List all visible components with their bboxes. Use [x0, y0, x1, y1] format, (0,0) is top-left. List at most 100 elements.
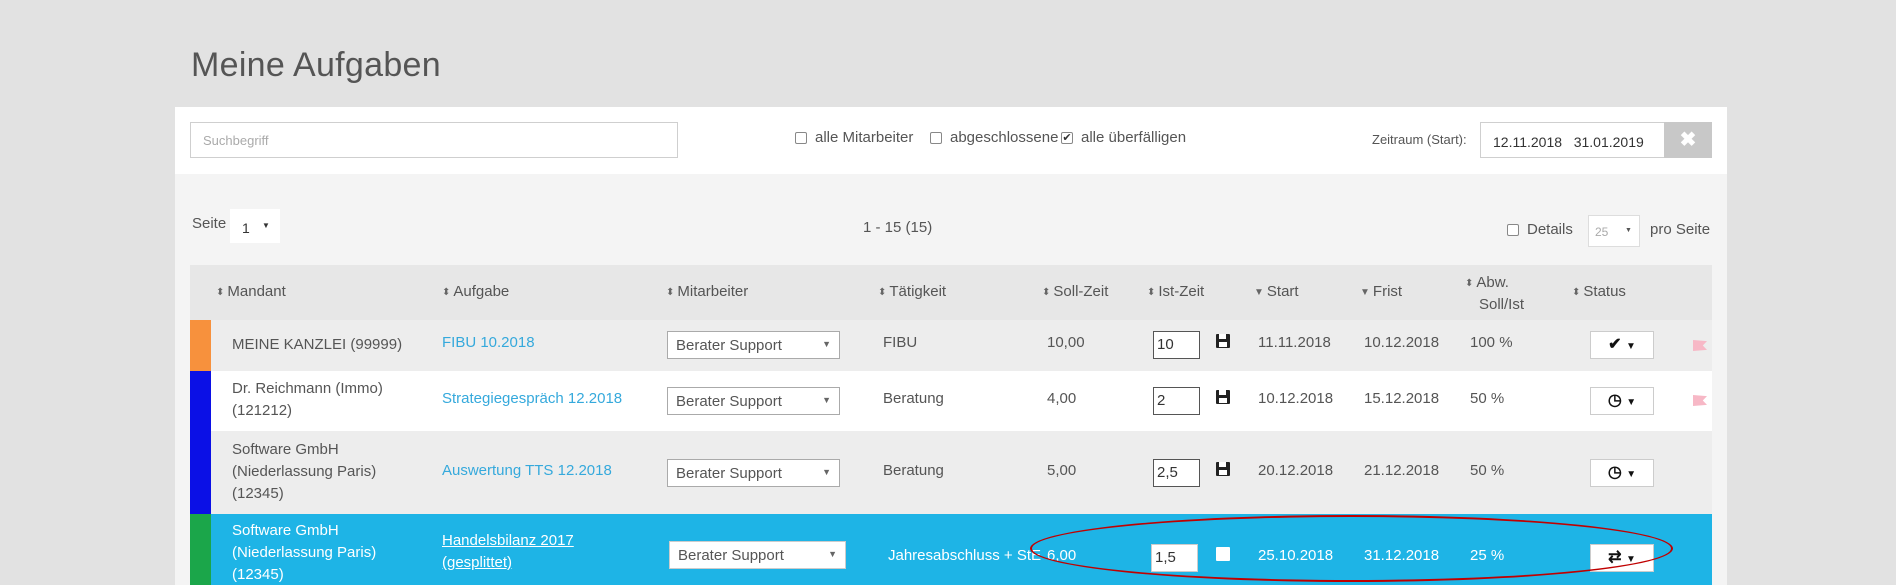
flag-icon[interactable]: [1693, 340, 1707, 351]
date-range-input[interactable]: 12.11.2018 31.01.2019: [1480, 122, 1670, 158]
mitarbeiter-select[interactable]: Berater Support ▼: [667, 387, 840, 415]
aufgabe-link[interactable]: Handelsbilanz 2017 (gesplittet): [442, 530, 574, 574]
ist-zeit-input[interactable]: 2: [1153, 387, 1200, 415]
page-select[interactable]: 1 ▼: [230, 209, 280, 243]
alle-ueberfaelligen-label: alle überfälligen: [1081, 129, 1187, 146]
sort-desc-icon: ▼: [1254, 286, 1264, 298]
page-title: Meine Aufgaben: [191, 46, 441, 84]
col-abw[interactable]: ⬍ Abw. Soll/Ist: [1465, 272, 1524, 315]
alle-mitarbeiter-label: alle Mitarbeiter: [815, 129, 914, 146]
per-page-select[interactable]: 25 ▼: [1588, 215, 1640, 247]
frist-cell: 10.12.2018: [1364, 334, 1440, 351]
aufgabe-link[interactable]: Auswertung TTS 12.2018: [442, 462, 612, 479]
chevron-down-icon: ▼: [822, 339, 831, 349]
details-checkbox[interactable]: [1507, 223, 1519, 236]
mitarbeiter-select[interactable]: Berater Support ▼: [667, 331, 840, 359]
mandant-cell: MEINE KANZLEI (99999): [232, 336, 403, 353]
abgeschlossene-checkbox[interactable]: [930, 131, 942, 144]
chevron-down-icon: ▼: [822, 395, 831, 405]
sort-icon: ⬍: [666, 286, 675, 298]
alle-ueberfaelligen-checkbox[interactable]: ✔: [1061, 131, 1073, 144]
col-frist[interactable]: ▼ Frist: [1360, 283, 1402, 300]
per-page-value: 25: [1595, 225, 1609, 239]
mitarbeiter-select[interactable]: Berater Support ▼: [669, 541, 846, 569]
start-cell: 10.12.2018: [1258, 390, 1334, 407]
filter-abgeschlossene[interactable]: abgeschlossene: [930, 129, 1058, 146]
filter-alle-mitarbeiter[interactable]: alle Mitarbeiter: [795, 129, 913, 146]
highlight-ellipse: [1030, 515, 1673, 582]
soll-zeit-cell: 5,00: [1047, 462, 1077, 479]
chevron-down-icon: ▼: [1626, 397, 1637, 408]
save-icon[interactable]: [1216, 334, 1230, 348]
col-start[interactable]: ▼ Start: [1254, 283, 1299, 300]
col-aufgabe[interactable]: ⬍ Aufgabe: [442, 283, 509, 300]
table-row[interactable]: Dr. Reichmann (Immo) (121212) Strategiege…: [190, 371, 1712, 431]
chevron-down-icon: ▼: [1625, 227, 1632, 234]
taetigkeit-cell: Jahresabschluss + StE: [888, 547, 1041, 564]
pro-seite-label: pro Seite: [1650, 221, 1711, 238]
sort-icon: ⬍: [1042, 286, 1051, 298]
abgeschlossene-label: abgeschlossene: [950, 129, 1059, 146]
mandant-cell: Dr. Reichmann (Immo) (121212): [232, 380, 383, 419]
soll-zeit-cell: 4,00: [1047, 390, 1077, 407]
taetigkeit-cell: Beratung: [883, 390, 944, 407]
save-icon[interactable]: [1216, 462, 1230, 476]
table-row[interactable]: MEINE KANZLEI (99999) FIBU 10.2018 Berat…: [190, 320, 1712, 371]
row-color-bar: [190, 431, 211, 514]
page-value: 1: [242, 220, 250, 236]
flag-icon[interactable]: [1693, 395, 1707, 406]
abw-cell: 50 %: [1470, 390, 1505, 407]
row-color-bar: [190, 514, 211, 585]
sort-icon: ⬍: [1465, 277, 1474, 289]
taetigkeit-cell: Beratung: [883, 462, 944, 479]
search-input[interactable]: Suchbegriff: [190, 122, 678, 158]
mandant-cell: Software GmbH (Niederlassung Paris) (12345…: [232, 522, 377, 583]
table-header: ⬍ Mandant ⬍ Aufgabe ⬍ Mitarbeiter ⬍ Tätigkei…: [190, 265, 1712, 320]
ist-zeit-input[interactable]: 10: [1153, 331, 1200, 359]
clock-icon: ◷: [1607, 464, 1622, 481]
sort-icon: ⬍: [1147, 286, 1156, 298]
chevron-down-icon: ▼: [828, 549, 837, 559]
ist-zeit-input[interactable]: 2,5: [1153, 459, 1200, 487]
col-taetigkeit[interactable]: ⬍ Tätigkeit: [878, 283, 946, 300]
abw-cell: 100 %: [1470, 334, 1513, 351]
start-cell: 11.11.2018: [1258, 334, 1331, 351]
filter-alle-ueberfaelligen[interactable]: ✔ alle überfälligen: [1061, 129, 1186, 146]
col-status[interactable]: ⬍ Status: [1572, 283, 1626, 300]
sort-icon: ⬍: [442, 286, 451, 298]
mitarbeiter-select[interactable]: Berater Support ▼: [667, 459, 840, 487]
chevron-down-icon: ▼: [1625, 341, 1636, 352]
aufgabe-link[interactable]: Strategiegespräch 12.2018: [442, 390, 622, 407]
clock-icon: ◷: [1607, 392, 1622, 409]
status-button[interactable]: ✔ ▼: [1590, 331, 1654, 359]
clear-date-button[interactable]: ✖: [1664, 122, 1712, 158]
table-row[interactable]: Software GmbH (Niederlassung Paris) (12345…: [190, 431, 1712, 514]
col-soll-zeit[interactable]: ⬍ Soll-Zeit: [1042, 283, 1108, 300]
row-color-bar: [190, 320, 211, 371]
abw-cell: 50 %: [1470, 462, 1505, 479]
sort-icon: ⬍: [1572, 286, 1581, 298]
alle-mitarbeiter-checkbox[interactable]: [795, 131, 807, 144]
status-button[interactable]: ◷ ▼: [1590, 387, 1654, 415]
details-toggle[interactable]: Details: [1507, 221, 1573, 238]
date-from: 12.11.2018: [1493, 134, 1563, 150]
soll-zeit-cell: 10,00: [1047, 334, 1085, 351]
mandant-cell: Software GmbH (Niederlassung Paris) (12345…: [232, 441, 377, 502]
frist-cell: 21.12.2018: [1364, 462, 1440, 479]
zeitraum-label: Zeitraum (Start):: [1372, 132, 1467, 147]
col-ist-zeit[interactable]: ⬍ Ist-Zeit: [1147, 283, 1204, 300]
filter-bar: Suchbegriff alle Mitarbeiter abgeschloss…: [175, 107, 1727, 174]
row-color-bar: [190, 371, 211, 431]
date-to: 31.01.2019: [1573, 134, 1644, 150]
start-cell: 20.12.2018: [1258, 462, 1334, 479]
col-mitarbeiter[interactable]: ⬍ Mitarbeiter: [666, 283, 748, 300]
check-icon: ✔: [1608, 336, 1622, 353]
aufgabe-link[interactable]: FIBU 10.2018: [442, 334, 535, 351]
details-label: Details: [1527, 221, 1573, 238]
result-range: 1 - 15 (15): [863, 219, 933, 236]
save-icon[interactable]: [1216, 390, 1230, 404]
status-button[interactable]: ◷ ▼: [1590, 459, 1654, 487]
tasks-panel: Suchbegriff alle Mitarbeiter abgeschloss…: [175, 107, 1727, 585]
col-mandant[interactable]: ⬍ Mandant: [216, 283, 286, 300]
sort-icon: ⬍: [878, 286, 887, 298]
